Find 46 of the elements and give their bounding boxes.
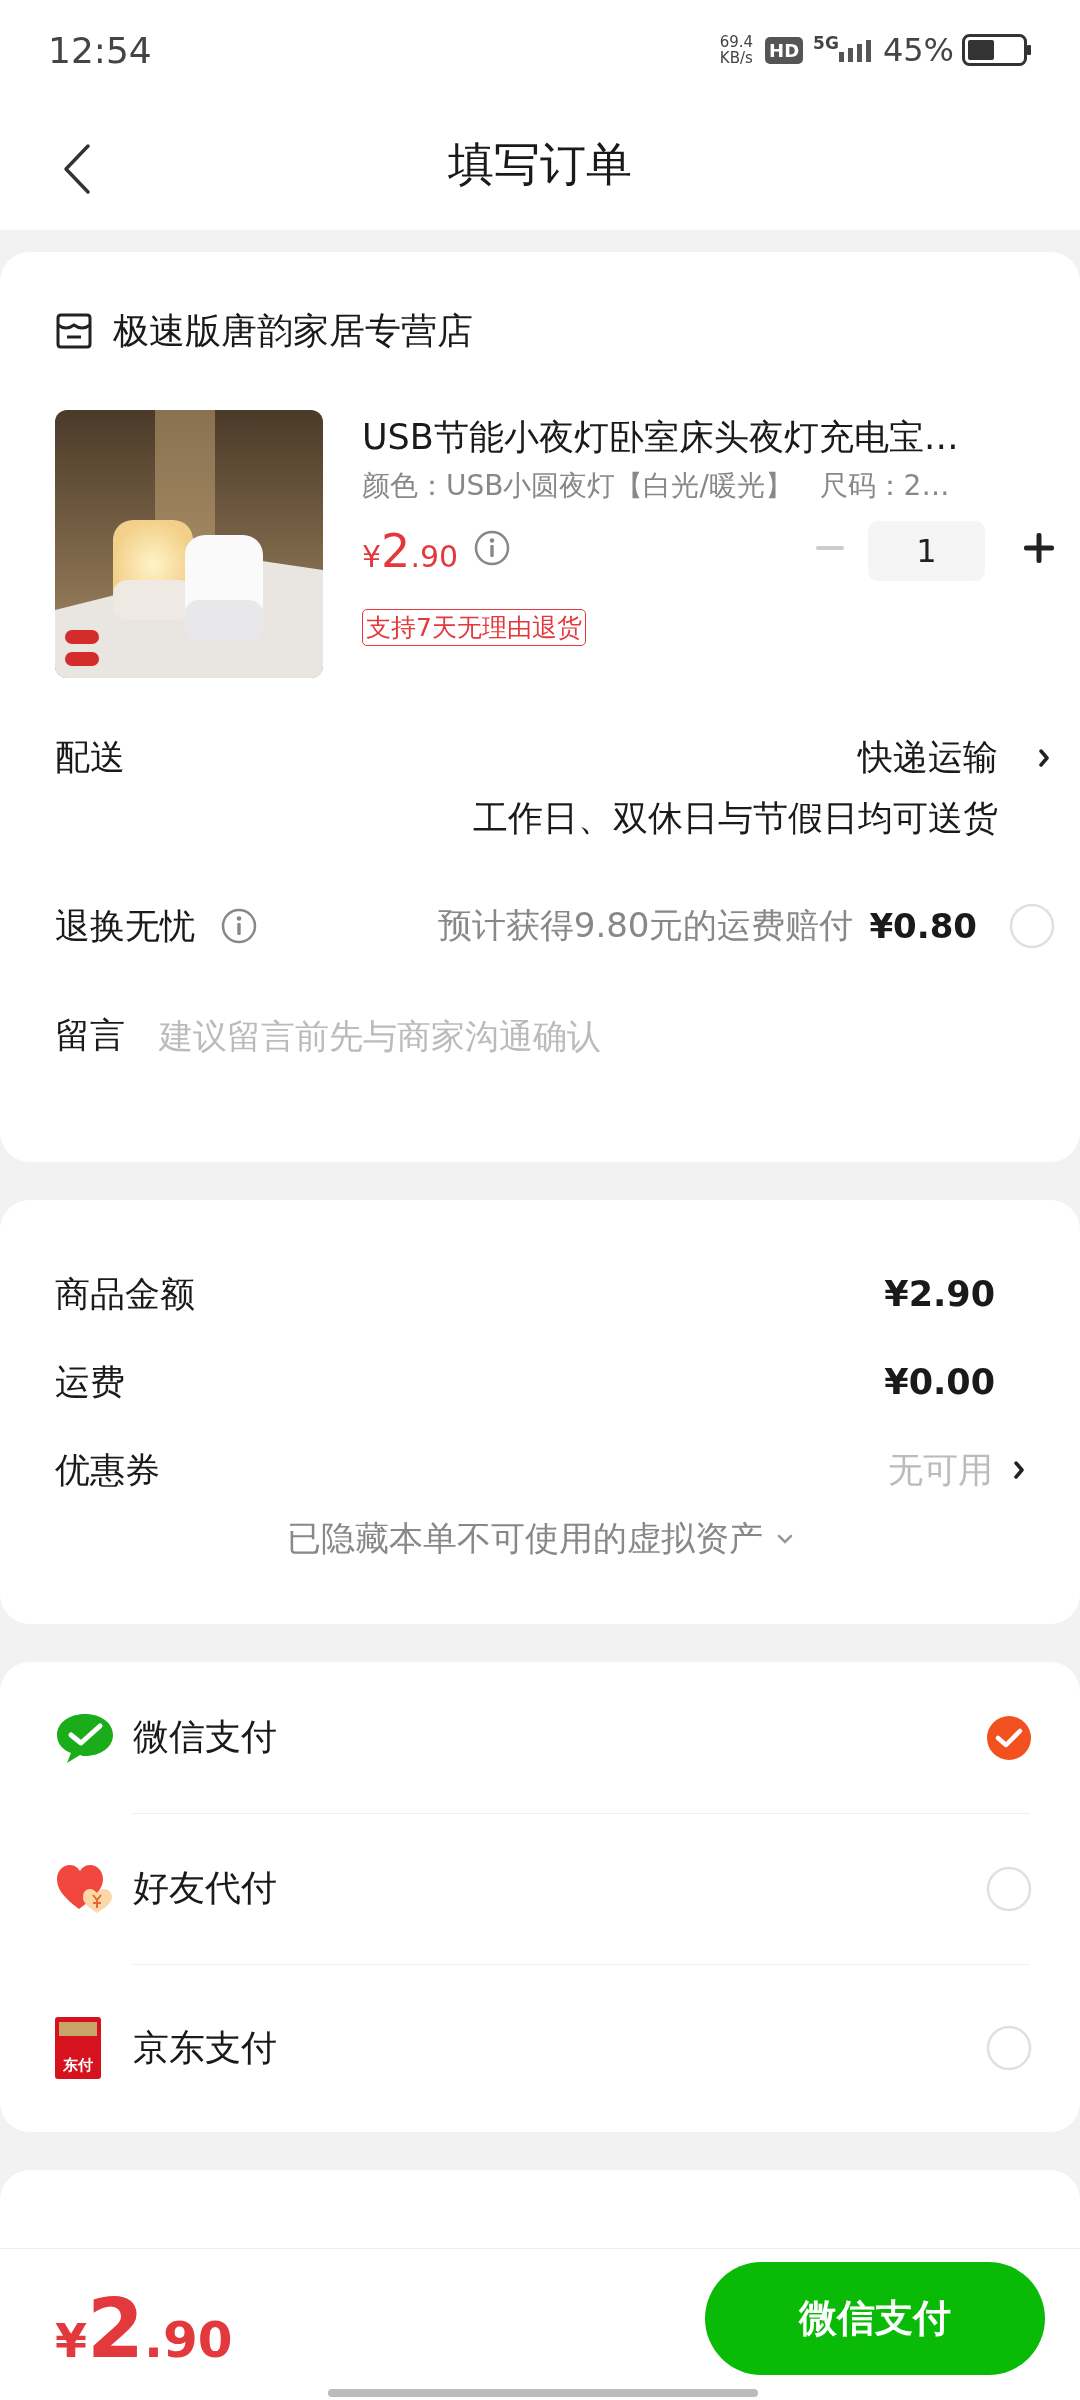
chevron-icon[interactable]: [1013, 1460, 1025, 1480]
insurance-price: ¥0.80: [869, 906, 977, 946]
network-label: 5G: [813, 33, 839, 53]
payment-option[interactable]: 好友代付: [133, 1864, 986, 1913]
chevron-down-icon[interactable]: [777, 1534, 793, 1544]
summary-amount: ¥2.90: [884, 1274, 995, 1314]
store-name: 极速版唐韵家居专营店: [113, 308, 473, 353]
insurance-description: 预计获得9.80元的运费赔付: [437, 904, 854, 947]
info-icon[interactable]: [221, 908, 257, 944]
battery-percent: 45%: [882, 31, 954, 69]
info-icon[interactable]: [474, 530, 511, 566]
page-title: 填写订单: [448, 136, 632, 193]
radio-button[interactable]: [1009, 903, 1055, 949]
network-speed: 69.4: [719, 34, 754, 50]
speed-unit: KB/s: [719, 50, 753, 66]
return-policy-tag: 支持7天无理由退货: [362, 609, 586, 646]
summary-amount: ¥0.00: [884, 1362, 995, 1402]
summary-label: 运费: [55, 1360, 125, 1404]
clock: 12:54: [48, 29, 153, 71]
card-stripe: [59, 2022, 97, 2036]
battery-icon: [962, 34, 1032, 66]
insurance-label: 退换无忧: [55, 904, 195, 948]
radio-button[interactable]: [986, 1865, 1032, 1912]
total-price: ¥2.90: [55, 2281, 233, 2376]
plus-icon[interactable]: [1023, 532, 1055, 564]
product-title[interactable]: USB节能小夜灯卧室床头夜灯充电宝…: [362, 414, 1055, 461]
product-price: ¥2.90: [362, 524, 459, 578]
store-icon: [55, 313, 93, 349]
delivery-label: 配送: [55, 736, 125, 779]
hidden-assets-note[interactable]: 已隐藏本单不可使用的虚拟资产: [287, 1516, 763, 1562]
summary-label: 商品金额: [55, 1272, 195, 1316]
heart-icon: [55, 1862, 115, 1915]
quantity-field[interactable]: 1: [868, 521, 985, 581]
radio-button[interactable]: [986, 2025, 1032, 2071]
message-label: 留言: [55, 1014, 125, 1057]
summary-label: 优惠券: [55, 1448, 160, 1492]
product-spec: 颜色：USB小圆夜灯【白光/暖光】 尺码：2…: [362, 468, 951, 504]
chevron-icon[interactable]: [1038, 748, 1050, 768]
payment-option[interactable]: 京东支付: [133, 2023, 986, 2073]
delivery-note: 工作日、双休日与节假日均可送货: [473, 797, 998, 840]
icon-label: 东付: [63, 2057, 93, 2073]
back-icon[interactable]: [62, 143, 92, 195]
hd-badge: HD: [765, 36, 804, 64]
radio-button[interactable]: [986, 1714, 1032, 1761]
delivery-method[interactable]: 快递运输: [858, 734, 998, 781]
payment-option[interactable]: 微信支付: [133, 1713, 986, 1762]
